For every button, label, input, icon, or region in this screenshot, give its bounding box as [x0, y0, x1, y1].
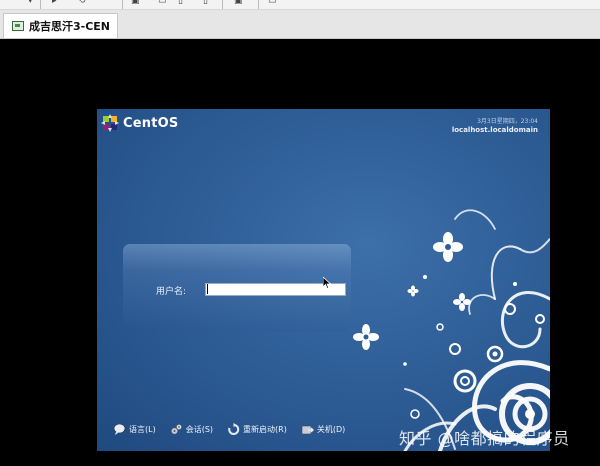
- refresh-icon[interactable]: ⟲: [78, 0, 86, 6]
- os-name: CentOS: [123, 115, 179, 131]
- settings-icon[interactable]: ▯: [203, 0, 208, 6]
- toolbar-divider: [258, 0, 259, 9]
- speech-bubble-icon: [113, 423, 126, 435]
- restart-button[interactable]: 重新启动(R): [227, 423, 287, 436]
- vm-display[interactable]: CentOS 3月3日星期四，23:04 localhost.localdoma…: [97, 109, 550, 451]
- watermark-text: 知乎 @啥都搞的程序员: [399, 429, 570, 448]
- clock-date: 3月3日星期四，23:04: [477, 118, 538, 125]
- toolbar-divider: [222, 0, 223, 9]
- login-panel: 用户名:: [123, 244, 351, 332]
- shutdown-button[interactable]: 关机(D): [301, 423, 345, 436]
- gears-icon: [170, 424, 182, 435]
- hostname: localhost.localdomain: [451, 126, 538, 134]
- snapshot-icon[interactable]: ▣: [131, 0, 140, 6]
- tab-vm[interactable]: 成吉思汗3-CEN: [3, 13, 118, 38]
- view-icon[interactable]: ▣: [234, 0, 243, 6]
- tab-title: 成吉思汗3-CEN: [29, 20, 111, 33]
- console-icon[interactable]: ▯: [178, 0, 183, 6]
- restart-label: 重新启动(R): [243, 425, 287, 434]
- toolbar-divider: [122, 0, 123, 9]
- back-icon[interactable]: ▾: [28, 0, 33, 6]
- session-button[interactable]: 会话(S): [170, 423, 213, 436]
- text-caret: [207, 284, 208, 294]
- clock: 3月3日星期四，23:04 localhost.localdomain: [452, 118, 538, 135]
- shutdown-label: 关机(D): [316, 425, 346, 434]
- more-icon[interactable]: ▭: [268, 0, 277, 6]
- decorative-swirls: [353, 209, 550, 451]
- username-label: 用户名:: [156, 287, 187, 297]
- vm-icon: [12, 21, 24, 31]
- shutdown-icon: [301, 425, 314, 435]
- language-label: 语言(L): [129, 425, 156, 434]
- language-button[interactable]: 语言(L): [113, 423, 156, 436]
- tab-bar: 成吉思汗3-CEN: [0, 10, 600, 39]
- top-toolbar: ▾ ▸ ⟲ ▣ ▭ ▯ ▯ ▣ ▭: [0, 0, 600, 10]
- fullscreen-icon[interactable]: ▭: [158, 0, 167, 6]
- toolbar-divider: [40, 0, 41, 9]
- centos-logo: CentOS: [101, 114, 178, 132]
- mouse-pointer-icon: [323, 277, 331, 289]
- login-bottom-bar: 语言(L) 会话(S) 重新启动(R) 关机(D): [113, 423, 359, 436]
- session-label: 会话(S): [185, 425, 214, 434]
- restart-icon: [228, 423, 240, 435]
- centos-logo-icon: [101, 114, 119, 132]
- forward-icon[interactable]: ▸: [52, 0, 57, 6]
